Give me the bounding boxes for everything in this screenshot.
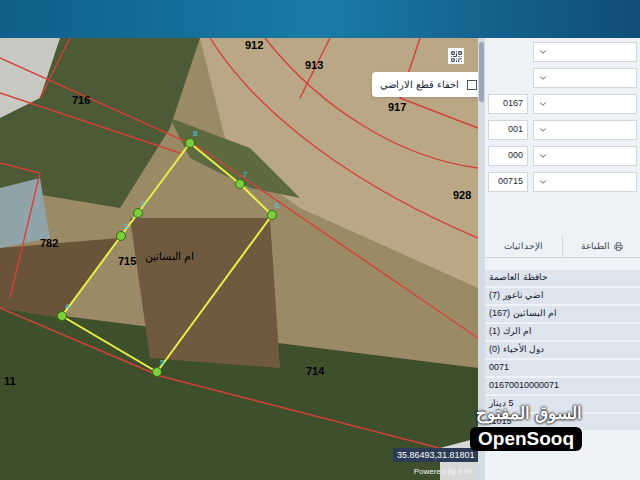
dropdown[interactable] [533,94,637,114]
parcel-label: 917 [388,102,406,113]
vertex-point[interactable]: 6 [267,210,277,220]
qr-icon [450,50,463,63]
vertex-point[interactable]: 2 [133,208,143,218]
chevron-icon [538,177,548,187]
dropdown[interactable] [533,68,637,88]
vertex-point[interactable]: 3 [116,231,126,241]
top-bar [0,0,640,38]
vertex-point[interactable]: 4 [57,311,67,321]
info-row: اضي ناعور (7) [485,288,640,304]
hide-parcels-checkbox[interactable] [467,80,477,90]
vertex-label: 5 [160,359,164,367]
parcel-label: 912 [245,40,263,51]
vertex-label: 8 [193,130,197,138]
parcel-label: 913 [305,60,323,71]
chevron-icon [538,73,548,83]
info-row: ام البساتين (167) [485,306,640,322]
vertex-label: 2 [141,200,145,208]
parcel-label: 716 [72,95,90,106]
dropdown[interactable] [533,146,637,166]
info-row: ام الرك (1) [485,324,640,340]
code-field[interactable]: 000 [488,146,528,166]
parcel-label: 782 [40,238,58,249]
code-field[interactable]: 00715 [488,172,528,192]
vertex-label: 6 [275,202,279,210]
attribution: Powered by Esri [414,468,472,476]
tab[interactable]: الإحداثيات [485,236,563,257]
watermark: السوق المفتوح OpenSooq [470,404,582,451]
select-row: 00715 [488,172,637,192]
vertex-label: 7 [243,171,247,179]
dropdown[interactable] [533,42,637,62]
info-row: 0071 [485,360,640,376]
info-row: حافظة العاصمة [485,270,640,286]
vertex-point[interactable]: 5 [152,367,162,377]
parcel-label: 11 [4,376,16,387]
info-row: 01670010000071 [485,378,640,394]
code-field[interactable]: 0167 [488,94,528,114]
select-row [488,68,637,88]
vertex-point[interactable]: 8 [185,138,195,148]
dropdown[interactable] [533,120,637,140]
vertex-point[interactable]: 7 [235,179,245,189]
parcel-label: 715 [118,256,136,267]
vertex-label: 4 [65,303,69,311]
hide-parcels-label: اخفاء قطع الاراضي [380,77,459,92]
code-field[interactable]: 001 [488,120,528,140]
parcel-label: 714 [306,366,324,377]
vertex-label: 3 [124,223,128,231]
map[interactable]: 876543291291391792871678271571411ام البس… [0,38,478,480]
chevron-icon [538,99,548,109]
parcel-label: 928 [453,190,471,201]
select-row: 0167 [488,94,637,114]
area-label: ام البساتين [145,251,194,262]
select-row: 000 [488,146,637,166]
coordinates: 35.86493,31.81801 [393,448,478,462]
chevron-icon [538,125,548,135]
watermark-arabic: السوق المفتوح [476,404,582,424]
chevron-icon [538,151,548,161]
select-row: 001 [488,120,637,140]
select-row [488,42,637,62]
printer-icon [614,242,623,251]
tab[interactable]: الطباعة [563,236,640,257]
chevron-icon [538,47,548,57]
hide-parcels-control[interactable]: اخفاء قطع الاراضي [372,72,478,97]
watermark-logo: OpenSooq [470,427,582,451]
tabs: الإحداثياتالطباعة [485,236,640,258]
screen: 876543291291391792871678271571411ام البس… [0,0,640,480]
qr-button[interactable] [448,48,464,64]
info-row: دول الأحياء (0) [485,342,640,358]
dropdown[interactable] [533,172,637,192]
